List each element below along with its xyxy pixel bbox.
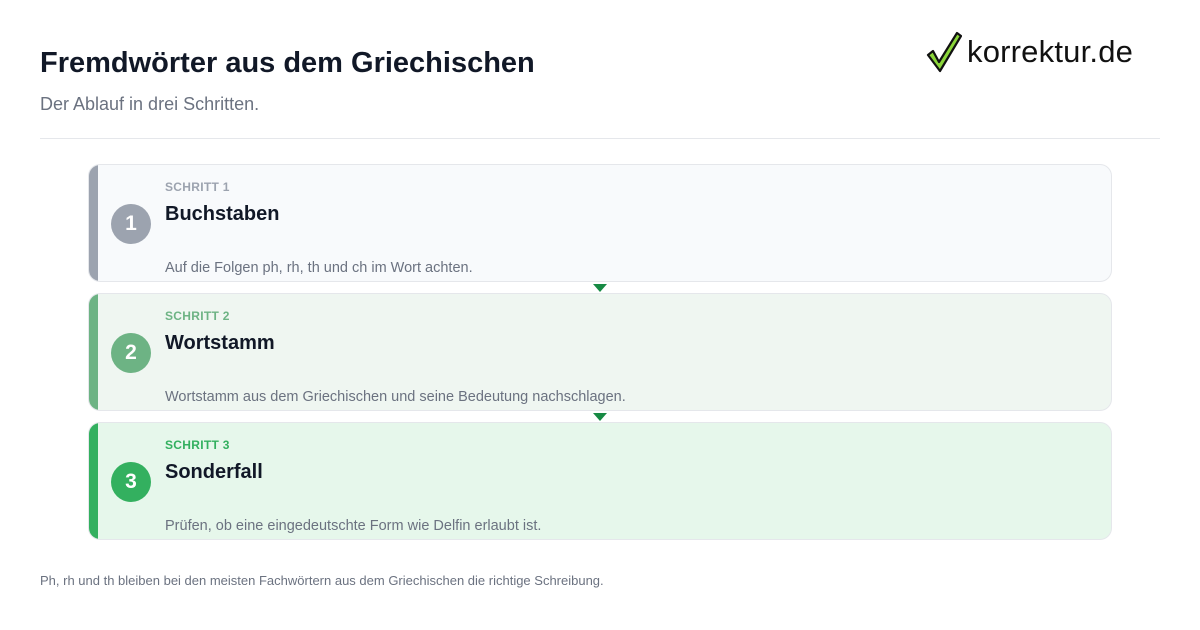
step-description: Auf die Folgen ph, rh, th und ch im Wort… [165,260,473,276]
step-number-badge: 3 [111,462,151,502]
step-heading: Sonderfall [165,461,263,483]
step-accent-bar [89,294,98,410]
step-description: Wortstamm aus dem Griechischen und seine… [165,389,626,405]
step-number-badge: 2 [111,333,151,373]
step-card-2: 2 SCHRITT 2 Wortstamm Wortstamm aus dem … [88,293,1112,411]
arrow-down-icon [593,284,607,292]
step-number-badge: 1 [111,204,151,244]
checkmark-icon [926,31,962,73]
step-heading: Buchstaben [165,203,280,225]
step-heading: Wortstamm [165,332,275,354]
brand-logo[interactable]: korrektur.de [926,30,1166,74]
brand-name: korrektur.de [967,34,1134,69]
page-title: Fremdwörter aus dem Griechischen [40,47,535,79]
step-description: Prüfen, ob eine eingedeutschte Form wie … [165,518,542,534]
step-accent-bar [89,423,98,539]
arrow-down-icon [593,413,607,421]
page-subtitle: Der Ablauf in drei Schritten. [40,94,260,114]
step-label: SCHRITT 3 [165,438,230,452]
step-card-3: 3 SCHRITT 3 Sonderfall Prüfen, ob eine e… [88,422,1112,540]
step-label: SCHRITT 2 [165,309,230,323]
step-accent-bar [89,165,98,281]
step-label: SCHRITT 1 [165,180,230,194]
footer-note: Ph, rh und th bleiben bei den meisten Fa… [40,573,604,588]
step-card-1: 1 SCHRITT 1 Buchstaben Auf die Folgen ph… [88,164,1112,282]
header-divider [40,138,1160,139]
